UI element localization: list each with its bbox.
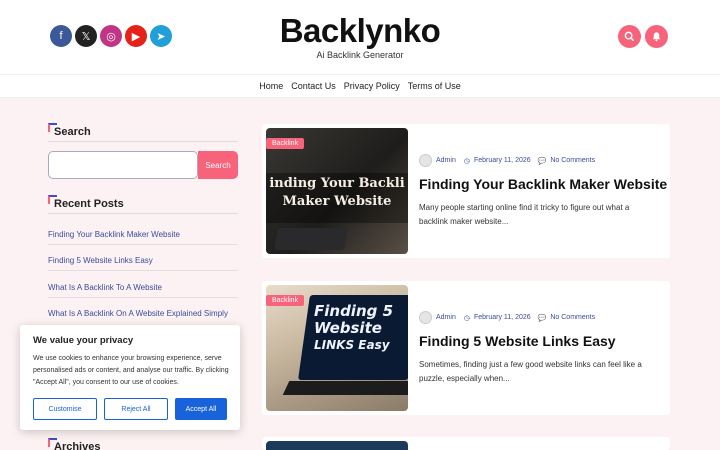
avatar <box>419 154 432 167</box>
divider <box>48 297 238 298</box>
divider <box>48 213 238 214</box>
recent-post-link[interactable]: What Is A Backlink To A Website <box>48 282 238 293</box>
search-toggle-button[interactable] <box>618 25 641 48</box>
notifications-button[interactable] <box>645 25 668 48</box>
laptop-shape <box>274 228 348 250</box>
archives-title: Archives <box>48 438 100 450</box>
laptop-keyboard <box>282 381 408 395</box>
accept-all-button[interactable]: Accept All <box>175 398 227 420</box>
category-badge[interactable]: Backlink <box>266 295 305 306</box>
post-author[interactable]: Admin <box>436 157 456 164</box>
cookie-title: We value your privacy <box>33 335 134 346</box>
cookie-consent-banner: We value your privacy We use cookies to … <box>20 325 240 430</box>
site-tagline: Ai Backlink Generator <box>316 50 404 60</box>
nav-home[interactable]: Home <box>259 81 283 91</box>
divider <box>48 141 238 142</box>
post-meta: Admin ◷ February 11, 2026 💬 No Comments <box>419 311 595 324</box>
comments-icon: 💬 <box>537 157 547 165</box>
main-nav: Home Contact Us Privacy Policy Terms of … <box>0 75 720 98</box>
thumbnail-text: Finding 5 Website LINKS Easy <box>314 302 394 353</box>
clock-icon: ◷ <box>463 157 470 165</box>
customise-button[interactable]: Customise <box>33 398 97 420</box>
search-input[interactable] <box>48 151 198 179</box>
thumbnail-text: Maker Website <box>282 194 392 209</box>
search-widget-title: Search <box>48 123 91 138</box>
recent-post-link[interactable]: What Is A Backlink On A Website Explaine… <box>48 308 238 319</box>
nav-terms-of-use[interactable]: Terms of Use <box>408 81 461 91</box>
post-comments[interactable]: No Comments <box>550 157 595 164</box>
post-comments[interactable]: No Comments <box>550 314 595 321</box>
post-thumbnail[interactable] <box>266 441 408 450</box>
divider <box>48 270 238 271</box>
thumbnail-text: inding Your Backli <box>269 176 405 191</box>
post-author[interactable]: Admin <box>436 314 456 321</box>
cookie-text: We use cookies to enhance your browsing … <box>33 355 229 386</box>
category-badge[interactable]: Backlink <box>266 138 305 149</box>
post-meta: Admin ◷ February 11, 2026 💬 No Comments <box>419 154 595 167</box>
post-date[interactable]: February 11, 2026 <box>474 157 531 164</box>
nav-privacy-policy[interactable]: Privacy Policy <box>344 81 400 91</box>
site-title[interactable]: Backlynko <box>0 12 720 50</box>
divider <box>48 244 238 245</box>
bell-icon <box>652 32 661 42</box>
recent-post-link[interactable]: Finding Your Backlink Maker Website <box>48 229 238 240</box>
post-card: Finding 5 Website LINKS Easy Backlink Ad… <box>262 281 670 415</box>
clock-icon: ◷ <box>463 314 470 322</box>
post-card: inding Your Backli Maker Website Backlin… <box>262 124 670 258</box>
site-header: f 𝕏 ◎ ▶ ➤ Backlynko Ai Backlink Generato… <box>0 0 720 75</box>
post-date[interactable]: February 11, 2026 <box>474 314 531 321</box>
post-excerpt: Sometimes, finding just a few good websi… <box>419 360 642 383</box>
nav-contact-us[interactable]: Contact Us <box>291 81 336 91</box>
search-button[interactable]: Search <box>198 151 238 179</box>
post-title[interactable]: Finding Your Backlink Maker Website <box>419 176 667 192</box>
recent-posts-title: Recent Posts <box>48 195 124 210</box>
avatar <box>419 311 432 324</box>
reject-all-button[interactable]: Reject All <box>104 398 168 420</box>
recent-post-link[interactable]: Finding 5 Website Links Easy <box>48 255 238 266</box>
search-icon <box>624 31 635 42</box>
post-card <box>262 437 670 450</box>
comments-icon: 💬 <box>537 314 547 322</box>
post-excerpt: Many people starting online find it tric… <box>419 203 630 226</box>
post-title[interactable]: Finding 5 Website Links Easy <box>419 333 616 349</box>
